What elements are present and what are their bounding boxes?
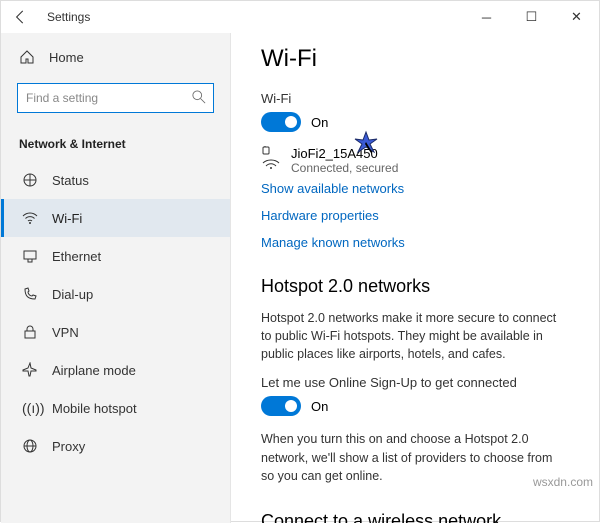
hotspot-icon: ((ı)) (22, 400, 38, 416)
nav-label: Status (52, 173, 89, 188)
nav-ethernet[interactable]: Ethernet (1, 237, 230, 275)
nav-dialup[interactable]: Dial-up (1, 275, 230, 313)
osu-toggle[interactable] (261, 396, 301, 416)
sidebar: Home Network & Internet Status Wi-Fi Eth… (1, 33, 231, 523)
status-icon (22, 172, 38, 188)
osu-note: When you turn this on and choose a Hotsp… (261, 430, 569, 484)
nav-wifi[interactable]: Wi-Fi (1, 199, 230, 237)
show-available-link[interactable]: Show available networks (261, 181, 569, 196)
home-icon (19, 49, 35, 65)
proxy-icon (22, 438, 38, 454)
hardware-link[interactable]: Hardware properties (261, 208, 569, 223)
search-wrap (17, 83, 214, 113)
home-label: Home (49, 50, 84, 65)
nav-label: Proxy (52, 439, 85, 454)
wifi-toggle[interactable] (261, 112, 301, 132)
nav-label: VPN (52, 325, 79, 340)
hotspot-heading: Hotspot 2.0 networks (261, 276, 569, 297)
vpn-icon (22, 324, 38, 340)
wifi-icon (22, 210, 38, 226)
close-button[interactable]: ✕ (554, 1, 599, 33)
maximize-button[interactable]: ☐ (509, 1, 554, 33)
home-nav[interactable]: Home (1, 41, 230, 73)
page-heading: Wi-Fi (261, 45, 569, 73)
search-icon (192, 90, 206, 109)
hotspot-desc: Hotspot 2.0 networks make it more secure… (261, 309, 569, 363)
nav-label: Airplane mode (52, 363, 136, 378)
dialup-icon (22, 286, 38, 302)
nav-status[interactable]: Status (1, 161, 230, 199)
search-input[interactable] (17, 83, 214, 113)
minimize-button[interactable]: ─ (464, 1, 509, 33)
nav-vpn[interactable]: VPN (1, 313, 230, 351)
osu-state: On (311, 399, 328, 414)
content: Wi-Fi Wi-Fi On JioFi2_15A450 Connected, … (231, 33, 599, 523)
nav-label: Mobile hotspot (52, 401, 137, 416)
watermark: wsxdn.com (533, 475, 593, 489)
nav-label: Wi-Fi (52, 211, 82, 226)
manage-link[interactable]: Manage known networks (261, 235, 569, 250)
wifi-label: Wi-Fi (261, 91, 569, 106)
back-button[interactable] (1, 10, 41, 24)
window-title: Settings (41, 10, 90, 24)
nav-airplane[interactable]: Airplane mode (1, 351, 230, 389)
ethernet-icon (22, 248, 38, 264)
nav-proxy[interactable]: Proxy (1, 427, 230, 465)
connect-heading: Connect to a wireless network (261, 511, 569, 523)
wifi-state: On (311, 115, 328, 130)
current-network[interactable]: JioFi2_15A450 Connected, secured (261, 146, 569, 175)
airplane-icon (22, 362, 38, 378)
nav-label: Ethernet (52, 249, 101, 264)
network-status: Connected, secured (291, 161, 398, 175)
nav-hotspot[interactable]: ((ı)) Mobile hotspot (1, 389, 230, 427)
secured-wifi-icon (261, 146, 281, 175)
category-header: Network & Internet (1, 123, 230, 161)
nav-label: Dial-up (52, 287, 93, 302)
titlebar: Settings ─ ☐ ✕ (1, 1, 599, 33)
network-name: JioFi2_15A450 (291, 146, 398, 161)
osu-label: Let me use Online Sign-Up to get connect… (261, 375, 569, 390)
